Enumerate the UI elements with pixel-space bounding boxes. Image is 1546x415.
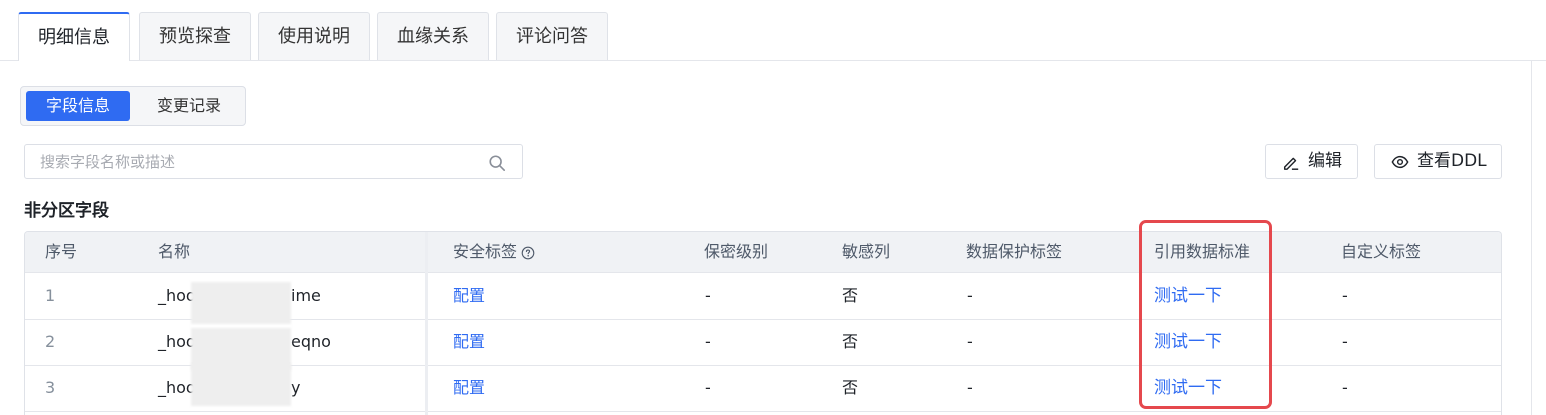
view-ddl-button[interactable]: 查看DDL [1374, 144, 1502, 179]
view-ddl-label: 查看DDL [1417, 151, 1487, 171]
row-index: 1 [45, 286, 56, 305]
fields-table: 序号 名称 安全标签 保密级别 敏感列 数据保护标签 引用数据标准 自定义标签 … [24, 231, 1502, 415]
tab-lineage[interactable]: 血缘关系 [377, 12, 489, 60]
edit-button[interactable]: 编辑 [1265, 144, 1358, 179]
tab-detail-info[interactable]: 明细信息 [18, 12, 130, 61]
header-protect-label: 数据保护标签 [966, 242, 1063, 261]
header-security-label: 安全标签 [453, 232, 535, 272]
redacted-name-mask [191, 282, 291, 324]
row-protect-label: - [967, 378, 973, 397]
row-protect-label: - [967, 286, 973, 305]
tab-usage[interactable]: 使用说明 [258, 12, 370, 60]
help-icon[interactable] [521, 246, 535, 260]
tab-preview[interactable]: 预览探查 [139, 12, 251, 60]
edit-label: 编辑 [1308, 151, 1342, 171]
search-icon[interactable] [488, 154, 506, 172]
segment-field-info[interactable]: 字段信息 [26, 91, 130, 121]
row-sensitive: 否 [842, 332, 859, 351]
header-secret-level: 保密级别 [704, 242, 769, 261]
header-sensitive: 敏感列 [842, 242, 891, 261]
row-secret-level: - [705, 286, 711, 305]
row-custom-label: - [1342, 378, 1348, 397]
right-divider [1531, 60, 1532, 415]
row-name-suffix: y [291, 378, 301, 397]
edit-icon [1283, 157, 1299, 170]
row-index: 3 [45, 378, 56, 397]
row-custom-label: - [1342, 332, 1348, 351]
row-sensitive: 否 [842, 378, 859, 397]
segment-change-log[interactable]: 变更记录 [137, 91, 241, 121]
search-placeholder: 搜索字段名称或描述 [40, 153, 176, 171]
row-name-suffix: ime [291, 286, 321, 305]
fixed-column-divider [425, 232, 428, 415]
tabs-divider [0, 60, 1546, 61]
row-name-suffix: eqno [291, 332, 331, 351]
row-index: 2 [45, 332, 56, 351]
tab-comments[interactable]: 评论问答 [496, 12, 608, 60]
header-security-label-text: 安全标签 [453, 242, 518, 261]
row-protect-label: - [967, 332, 973, 351]
configure-security-link[interactable]: 配置 [453, 319, 485, 365]
row-secret-level: - [705, 378, 711, 397]
header-index: 序号 [45, 242, 78, 261]
redacted-name-mask [191, 364, 291, 406]
section-title: 非分区字段 [24, 201, 109, 221]
row-secret-level: - [705, 332, 711, 351]
eye-icon [1391, 155, 1409, 169]
search-input[interactable]: 搜索字段名称或描述 [24, 144, 523, 179]
row-sensitive: 否 [842, 286, 859, 305]
row-custom-label: - [1342, 286, 1348, 305]
annotation-highlight-box [1139, 220, 1272, 409]
header-name: 名称 [158, 242, 191, 261]
table-header: 序号 名称 安全标签 保密级别 敏感列 数据保护标签 引用数据标准 自定义标签 [25, 232, 1501, 273]
header-custom-label: 自定义标签 [1341, 242, 1422, 261]
configure-security-link[interactable]: 配置 [453, 365, 485, 411]
view-segment: 字段信息 变更记录 [20, 86, 246, 126]
configure-security-link[interactable]: 配置 [453, 273, 485, 319]
